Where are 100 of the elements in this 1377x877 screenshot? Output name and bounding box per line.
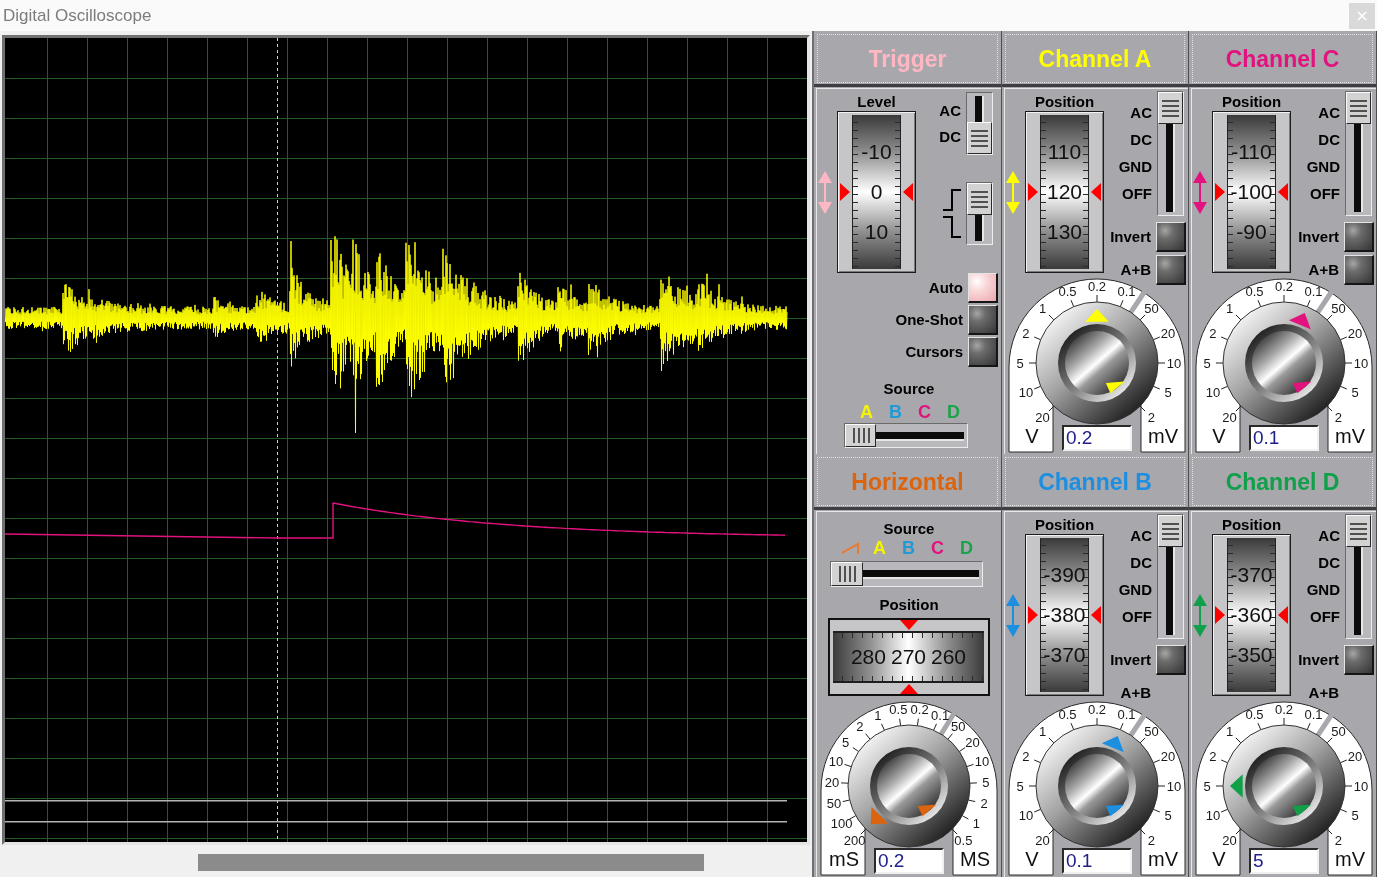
dial-scale-label: 20 — [1347, 326, 1363, 341]
switch-thumb[interactable] — [1158, 515, 1183, 547]
coupling-label: OFF — [1310, 607, 1340, 627]
dial-scale-label: 0.2 — [1087, 278, 1107, 294]
toggle-button[interactable] — [1156, 222, 1186, 252]
dial-scale-label: 0.2 — [910, 702, 929, 718]
source-slider[interactable] — [830, 561, 983, 587]
position-drum[interactable]: 110 120 130 — [1025, 111, 1104, 273]
dial-scale-label: 50 — [950, 719, 966, 735]
scale-label: -10 — [861, 140, 892, 164]
value-field[interactable]: 5 — [1249, 848, 1319, 874]
marker-icon — [1215, 183, 1225, 201]
switch-thumb[interactable] — [1158, 92, 1183, 124]
dial-scale-label: 5 — [841, 735, 850, 750]
rotary-knob[interactable] — [1222, 301, 1346, 425]
button-label: A+B — [1120, 684, 1151, 702]
marker-icon — [1091, 183, 1101, 201]
toggle-button[interactable] — [1344, 645, 1374, 675]
position-label: Position — [1033, 93, 1096, 111]
scale-label: -370 — [1043, 643, 1086, 667]
dial-scale-label: 50 — [1144, 301, 1159, 317]
rotary-knob[interactable] — [1035, 301, 1159, 425]
coupling-switch[interactable] — [1157, 514, 1184, 639]
coupling-label: GND — [1306, 580, 1340, 600]
coupling-switch[interactable] — [1157, 91, 1184, 216]
dial-scale-label: 2 — [1022, 326, 1030, 341]
position-drum[interactable]: 280 270 260 — [828, 618, 990, 696]
scrollbar-thumb[interactable] — [198, 854, 704, 871]
dial-scale-label: 5 — [1164, 808, 1172, 823]
rising-edge-icon — [943, 189, 961, 211]
toggle-button[interactable] — [968, 273, 998, 303]
dial-scale-label: 1 — [874, 708, 882, 724]
rotary-knob[interactable] — [1222, 724, 1346, 848]
toggle-button[interactable] — [1156, 255, 1186, 285]
edge-switch[interactable] — [966, 182, 993, 245]
coupling-switch[interactable] — [1345, 91, 1372, 216]
slider-thumb[interactable] — [845, 424, 876, 447]
coupling-switch[interactable] — [966, 92, 993, 155]
value-field[interactable]: 0.2 — [1062, 425, 1132, 451]
coupling-label: DC — [1130, 130, 1152, 150]
dial-scale-label: 5 — [1203, 355, 1211, 371]
panel-title: Channel C — [1225, 44, 1340, 73]
toggle-button[interactable] — [968, 337, 998, 367]
switch-thumb[interactable] — [967, 122, 992, 154]
coupling-label: OFF — [1122, 607, 1152, 627]
position-drum[interactable]: -10 0 10 — [837, 111, 916, 273]
unit-label: V — [1212, 848, 1226, 870]
coupling-label: DC — [1318, 130, 1340, 150]
toggle-button[interactable] — [1344, 255, 1374, 285]
dial-scale-label: 50 — [1331, 724, 1346, 740]
switch-thumb[interactable] — [1346, 515, 1371, 547]
dial-scale-label: 10 — [1166, 355, 1182, 371]
dial-scale-label: 50 — [1144, 724, 1159, 740]
dial-scale-label: 20 — [965, 735, 980, 750]
value-field[interactable]: 0.2 — [874, 848, 944, 874]
dial-scale-label: 1 — [1226, 301, 1234, 317]
toggle-button[interactable] — [968, 305, 998, 335]
source-slider[interactable] — [844, 423, 968, 448]
dial-scale-label: 0.1 — [1304, 284, 1323, 300]
coupling-label: AC — [1130, 526, 1152, 546]
rotary-knob[interactable] — [1035, 724, 1159, 848]
switch-thumb[interactable] — [1346, 92, 1371, 124]
value-field[interactable]: 0.1 — [1062, 848, 1132, 874]
position-drum[interactable]: -370 -360 -350 — [1212, 534, 1291, 696]
scale-label: 260 — [931, 645, 967, 669]
marker-icon — [1028, 606, 1038, 624]
switch-thumb[interactable] — [967, 183, 992, 215]
button-label: Invert — [1298, 651, 1339, 669]
marker-icon — [1105, 804, 1125, 817]
coupling-label: DC — [1130, 553, 1152, 573]
scale-label: -350 — [1230, 643, 1273, 667]
position-drum[interactable]: -390 -380 -370 — [1025, 534, 1104, 696]
dial-scale-label: 2 — [980, 796, 988, 812]
marker-icon — [903, 183, 913, 201]
slider-thumb[interactable] — [831, 562, 863, 586]
dial-scale-label: 5 — [1016, 355, 1024, 371]
coupling-switch[interactable] — [1345, 514, 1372, 639]
coupling-label: DC — [1318, 553, 1340, 573]
marker-icon — [1105, 381, 1125, 394]
toggle-button[interactable] — [1156, 645, 1186, 675]
coupling-label: GND — [1118, 157, 1152, 177]
dial-scale-label: 1 — [1226, 724, 1234, 740]
coupling-label: AC — [1130, 103, 1152, 123]
position-drum[interactable]: -110 -100 -90 — [1212, 111, 1291, 273]
dial-scale-label: 0.1 — [931, 708, 950, 724]
dial-scale-label: 1 — [972, 816, 980, 831]
dial-scale-label: 0.1 — [1117, 707, 1136, 723]
button-label: A+B — [1120, 261, 1151, 279]
close-icon — [1357, 10, 1367, 21]
value-field[interactable]: 0.1 — [1249, 425, 1319, 451]
toggle-button[interactable] — [1344, 222, 1374, 252]
dial-scale-label: 5 — [1164, 385, 1172, 400]
dial-scale-label: 0.5 — [954, 832, 973, 848]
scale-label: -100 — [1230, 180, 1273, 204]
channel-letter: A — [873, 538, 886, 558]
dial-scale-label: 10 — [1166, 778, 1182, 794]
level-label: Level — [856, 93, 897, 111]
scale-label: 110 — [1047, 140, 1082, 164]
dial-scale-label: 2 — [1209, 749, 1217, 764]
marker-icon — [1278, 606, 1288, 624]
